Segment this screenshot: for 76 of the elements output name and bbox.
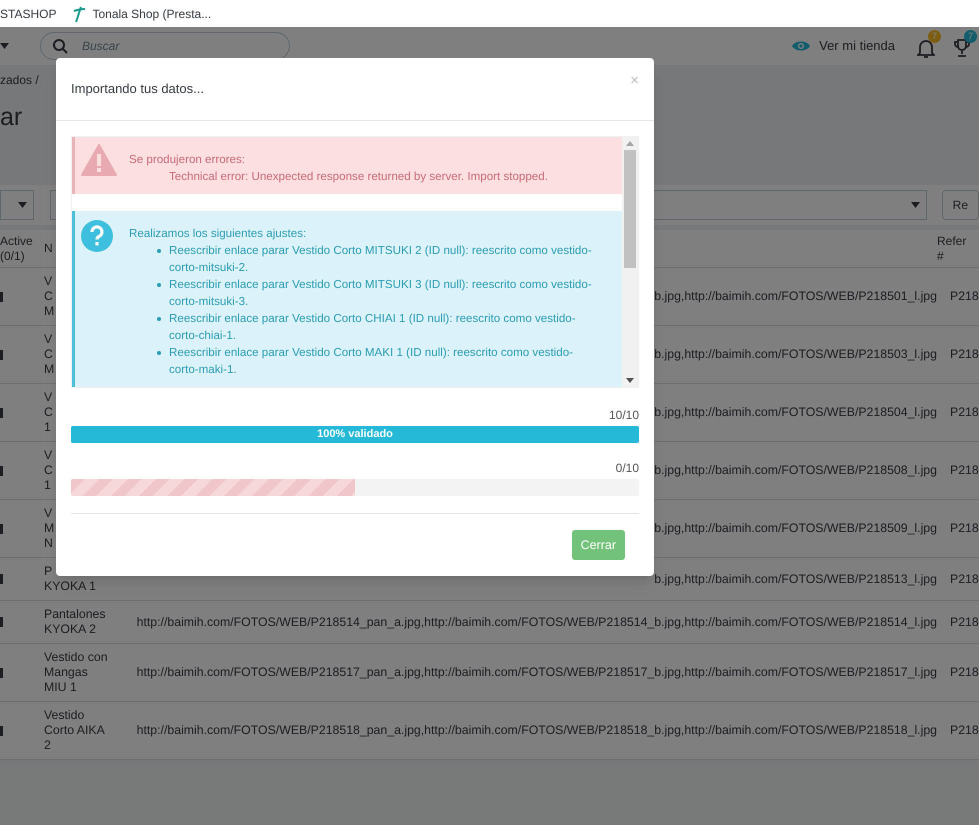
reset-button[interactable]: Re <box>942 190 979 220</box>
filter-select[interactable] <box>0 190 34 220</box>
table-cell: http://baimih.com/FOTOS/WEB/P218518_pan_a.jpg,http://baimih.com/FOTOS/WEB/P218518_b.jpg,http://baimih.com/FOTOS/WEB/P218518_l.jpg <box>136 723 937 737</box>
adjustment-item: Reescribir enlace parar Vestido Corto CHIAI 1 (ID null): reescrito como vestido-corto-chiai-1. <box>169 311 577 344</box>
bookmark-link[interactable]: STASHOP <box>0 4 56 22</box>
table-cell: b.jpg,http://baimih.com/FOTOS/WEB/P218504_l.jpg <box>654 405 937 419</box>
table-cell: http://baimih.com/FOTOS/WEB/P218517_pan_a.jpg,http://baimih.com/FOTOS/WEB/P218517_b.jpg,http://baimih.com/FOTOS/WEB/P218517_l.jpg <box>136 665 937 679</box>
progress-count: 0/10 <box>616 460 639 477</box>
bullet-icon <box>157 283 161 287</box>
bookmark-link[interactable]: Tonala Shop (Presta... <box>92 4 212 22</box>
adjustment-item: Reescribir enlace parar Vestido Corto MITSUKI 3 (ID null): reescrito como vestido-corto-mitsuki-3. <box>169 277 593 310</box>
table-cell: P218 <box>950 405 979 419</box>
table-cell: b.jpg,http://baimih.com/FOTOS/WEB/P218503_l.jpg <box>654 347 937 361</box>
table-cell-text: V C 1 <box>44 390 54 435</box>
caret-icon <box>18 202 27 208</box>
scrollbar[interactable] <box>622 137 638 387</box>
table-cell-text: V C M <box>44 274 56 319</box>
status-icon <box>0 668 3 678</box>
progress-count: 10/10 <box>608 407 639 424</box>
status-icon <box>0 408 3 418</box>
column-header: Refer # <box>937 234 968 264</box>
table-cell: P218 <box>950 521 979 535</box>
page-title: ar <box>0 102 22 133</box>
column-header: N <box>44 241 53 255</box>
caret-icon <box>910 202 920 208</box>
status-icon <box>0 466 3 476</box>
table-cell-text: V C M <box>44 332 56 377</box>
column-header: Active (0/1) <box>0 234 34 264</box>
table-cell: http://baimih.com/FOTOS/WEB/P218514_pan_a.jpg,http://baimih.com/FOTOS/WEB/P218514_b.jpg,http://baimih.com/FOTOS/WEB/P218514_l.jpg <box>136 614 937 628</box>
close-dialog-button[interactable]: Cerrar <box>572 530 625 560</box>
eye-icon <box>792 40 810 52</box>
bullet-icon <box>157 249 161 253</box>
warning-icon <box>81 144 117 176</box>
table-cell: P218 <box>950 665 979 679</box>
table-cell: b.jpg,http://baimih.com/FOTOS/WEB/P218508_l.jpg <box>654 463 937 477</box>
status-icon <box>0 524 3 534</box>
table-cell: P218 <box>950 614 979 628</box>
table-cell: P218 <box>950 347 979 361</box>
table-cell: P218 <box>950 289 979 303</box>
table-cell-text: V M N <box>44 506 56 551</box>
bell-icon[interactable] <box>917 38 935 58</box>
status-icon <box>0 726 3 736</box>
alert-heading: Se produjeron errores: <box>129 152 246 168</box>
table-cell: P218 <box>950 572 979 586</box>
table-cell-text: P KYOKA 1 <box>44 564 97 594</box>
table-cell: b.jpg,http://baimih.com/FOTOS/WEB/P218509_l.jpg <box>654 521 937 535</box>
bullet-icon <box>157 351 161 355</box>
status-icon <box>0 292 3 302</box>
adjustment-item: Reescribir enlace parar Vestido Corto MAKI 1 (ID null): reescrito como vestido-corto-maki-1. <box>169 345 574 378</box>
table-cell-text: Vestido Corto AIKA 2 <box>44 708 106 753</box>
table-cell: b.jpg,http://baimih.com/FOTOS/WEB/P218501_l.jpg <box>654 289 937 303</box>
status-icon <box>0 617 3 627</box>
table-cell: P218 <box>950 463 979 477</box>
trophy-icon[interactable] <box>953 38 971 58</box>
help-icon <box>81 220 113 252</box>
notification-count: 7 <box>928 30 941 43</box>
error-message: Technical error: Unexpected response returned by server. Import stopped. <box>168 169 548 185</box>
table-cell: b.jpg,http://baimih.com/FOTOS/WEB/P218513_l.jpg <box>654 572 937 586</box>
table-cell-text: Pantalones KYOKA 2 <box>44 607 107 637</box>
adjustment-item: Reescribir enlace parar Vestido Corto MITSUKI 2 (ID null): reescrito como vestido-corto-mitsuki-2. <box>169 243 593 276</box>
progress-fill: 100% validado <box>71 426 639 443</box>
status-icon <box>0 350 3 360</box>
caret-icon <box>0 43 9 49</box>
table-cell-text: Vestido con Mangas MIU 1 <box>44 650 109 695</box>
breadcrumb: zados / <box>0 72 39 89</box>
dialog-title: Importando tus datos... <box>71 80 204 98</box>
table-cell-text: V C 1 <box>44 448 54 493</box>
view-store-link[interactable]: Ver mi tienda <box>819 36 895 56</box>
script-letter-icon <box>72 4 86 22</box>
bullet-icon <box>157 317 161 321</box>
status-icon <box>0 574 3 584</box>
notification-count: 7 <box>964 30 977 43</box>
table-cell: P218 <box>950 723 979 737</box>
scroll-down-icon[interactable] <box>626 378 634 383</box>
search-icon <box>53 38 68 54</box>
alert-heading: Realizamos los siguientes ajustes: <box>129 226 308 242</box>
